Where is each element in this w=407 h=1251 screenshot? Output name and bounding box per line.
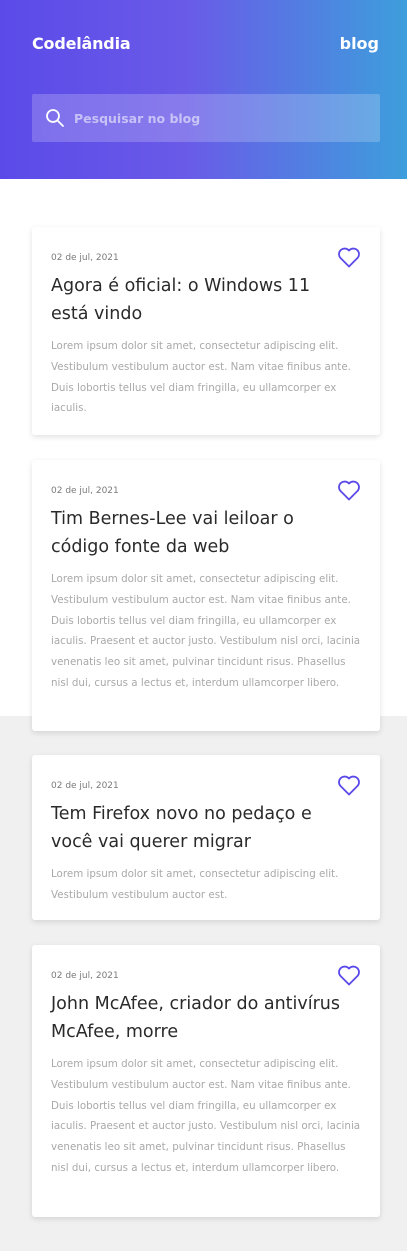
post-title[interactable]: Tim Bernes-Lee vai leiloar o código font… [51,505,351,561]
post-card[interactable]: 02 de jul, 2021 Tem Firefox novo no peda… [32,755,380,920]
post-title[interactable]: Agora é oficial: o Windows 11 está vindo [51,272,351,328]
like-heart-icon[interactable] [337,964,361,986]
search-icon [45,108,65,128]
post-card[interactable]: 02 de jul, 2021 John McAfee, criador do … [32,945,380,1217]
post-card[interactable]: 02 de jul, 2021 Agora é oficial: o Windo… [32,227,380,435]
post-excerpt: Lorem ipsum dolor sit amet, consectetur … [51,1058,361,1174]
post-card[interactable]: 02 de jul, 2021 Tim Bernes-Lee vai leilo… [32,460,380,731]
brand-logo[interactable]: Codelândia [32,34,131,53]
post-date: 02 de jul, 2021 [51,781,119,791]
page-header: Codelândia blog [0,0,407,179]
nav-blog-link[interactable]: blog [340,34,379,53]
post-excerpt: Lorem ipsum dolor sit amet, consectetur … [51,573,361,689]
like-heart-icon[interactable] [337,479,361,501]
search-input[interactable] [74,110,354,126]
post-excerpt: Lorem ipsum dolor sit amet, consectetur … [51,868,339,901]
post-date: 02 de jul, 2021 [51,253,119,263]
like-heart-icon[interactable] [337,774,361,796]
search-bar[interactable] [32,94,380,142]
post-date: 02 de jul, 2021 [51,486,119,496]
post-date: 02 de jul, 2021 [51,971,119,981]
post-title[interactable]: Tem Firefox novo no pedaço e você vai qu… [51,800,351,856]
post-excerpt: Lorem ipsum dolor sit amet, consectetur … [51,340,351,415]
like-heart-icon[interactable] [337,246,361,268]
post-title[interactable]: John McAfee, criador do antivírus McAfee… [51,990,351,1046]
